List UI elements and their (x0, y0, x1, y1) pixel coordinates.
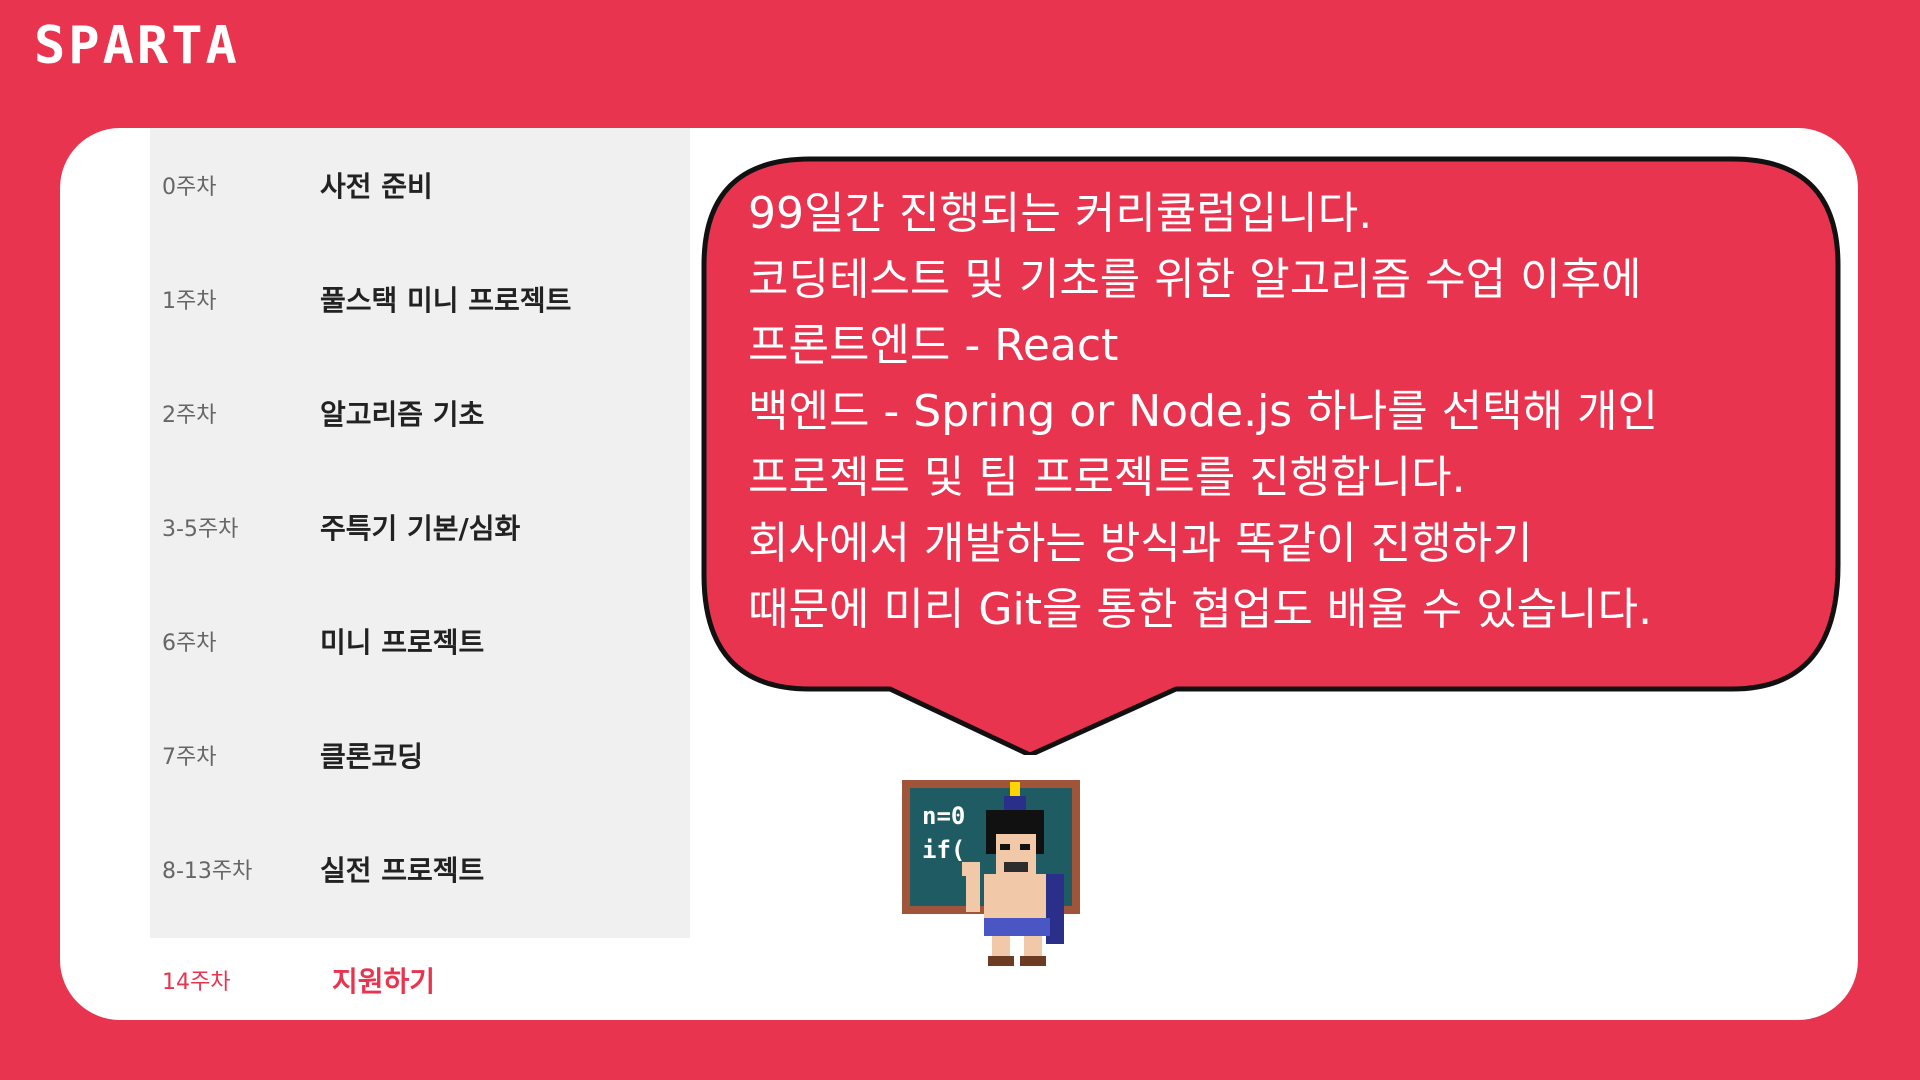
week-list: 0주차 사전 준비 1주차 풀스택 미니 프로젝트 2주차 알고리즘 기초 3-… (150, 128, 690, 938)
week-row-14[interactable]: 14주차 지원하기 (150, 940, 690, 1020)
week-row-8-13[interactable]: 8-13주차 실전 프로젝트 (150, 812, 690, 926)
week-title: 사전 준비 (320, 170, 433, 203)
week-title: 풀스택 미니 프로젝트 (320, 284, 572, 317)
sparta-logo[interactable]: SPARTA (34, 16, 240, 76)
week-label: 6주차 (162, 631, 217, 656)
speech-bubble: 99일간 진행되는 커리큘럼입니다. 코딩테스트 및 기초를 위한 알고리즘 수… (700, 155, 1842, 755)
bubble-line: 코딩테스트 및 기초를 위한 알고리즘 수업 이후에 (748, 254, 1642, 305)
bubble-line: 프론트엔드 - React (748, 320, 1119, 371)
week-title: 클론코딩 (320, 740, 424, 773)
bubble-line: 백엔드 - Spring or Node.js 하나를 선택해 개인 (748, 386, 1659, 437)
bubble-line: 99일간 진행되는 커리큘럼입니다. (748, 188, 1373, 239)
week-title: 주특기 기본/심화 (320, 512, 521, 545)
week-row-0[interactable]: 0주차 사전 준비 (150, 128, 690, 242)
week-row-7[interactable]: 7주차 클론코딩 (150, 698, 690, 812)
week-label: 1주차 (162, 289, 217, 314)
bubble-text: 99일간 진행되는 커리큘럼입니다. 코딩테스트 및 기초를 위한 알고리즘 수… (748, 181, 1808, 643)
bubble-line: 회사에서 개발하는 방식과 똑같이 진행하기 (748, 518, 1533, 569)
week-label: 3-5주차 (162, 517, 239, 542)
board-line: n=0 (922, 802, 965, 830)
week-title: 알고리즘 기초 (320, 398, 485, 431)
week-label: 14주차 (162, 970, 231, 995)
week-row-1[interactable]: 1주차 풀스택 미니 프로젝트 (150, 242, 690, 356)
bubble-line: 프로젝트 및 팀 프로젝트를 진행합니다. (748, 452, 1466, 503)
week-label: 2주차 (162, 403, 217, 428)
apply-link[interactable]: 지원하기 (332, 960, 435, 1000)
week-label: 8-13주차 (162, 859, 253, 884)
week-title: 실전 프로젝트 (320, 854, 485, 887)
week-label: 7주차 (162, 745, 217, 770)
week-title: 미니 프로젝트 (320, 626, 485, 659)
spartan-teacher-art: n=0 if( (902, 780, 1080, 966)
week-row-6[interactable]: 6주차 미니 프로젝트 (150, 584, 690, 698)
bubble-line: 때문에 미리 Git을 통한 협업도 배울 수 있습니다. (748, 584, 1653, 635)
week-row-3-5[interactable]: 3-5주차 주특기 기본/심화 (150, 470, 690, 584)
week-row-2[interactable]: 2주차 알고리즘 기초 (150, 356, 690, 470)
board-line: if( (922, 836, 965, 864)
week-label: 0주차 (162, 175, 217, 200)
spartan-teacher-icon: n=0 if( (900, 778, 1084, 968)
